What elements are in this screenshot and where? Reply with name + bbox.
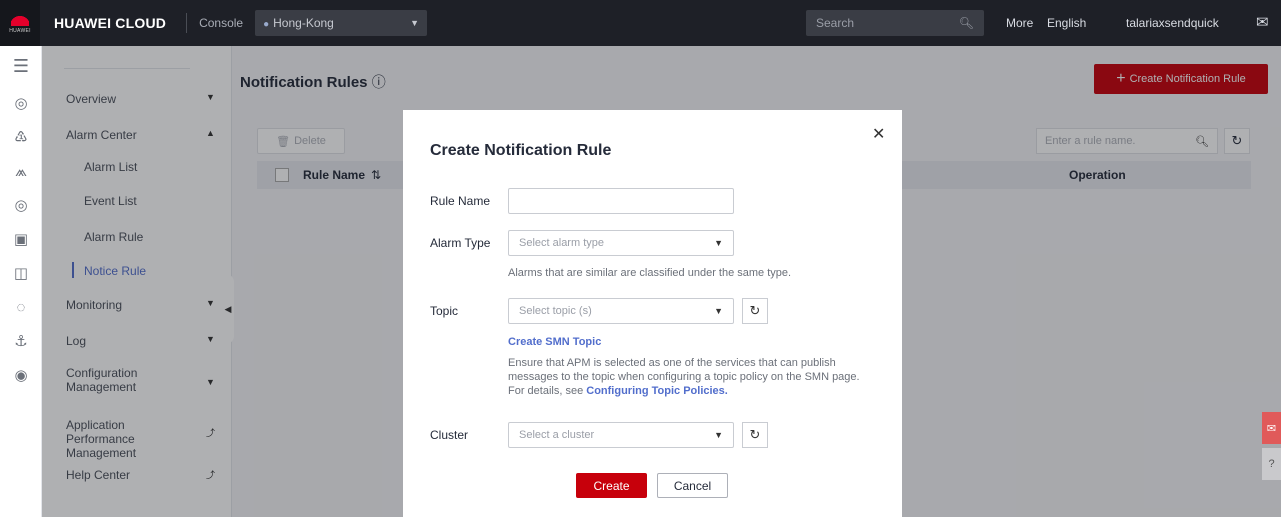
service-icon-7[interactable]: ◌	[0, 290, 42, 324]
help-icon[interactable]: ?	[1262, 448, 1281, 480]
alarm-type-hint: Alarms that are similar are classified u…	[508, 267, 792, 279]
hamburger-menu-icon[interactable]: ☰	[0, 46, 42, 86]
cancel-button[interactable]: Cancel	[657, 473, 728, 498]
language-switch[interactable]: English	[1047, 16, 1086, 30]
topic-placeholder: Select topic (s)	[519, 305, 592, 317]
region-selector[interactable]: ● Hong-Kong ▼	[255, 10, 428, 36]
user-account[interactable]: talariaxsendquick	[1126, 16, 1219, 30]
service-icon-5[interactable]: ▣	[0, 222, 42, 256]
service-icon-1[interactable]: ◎	[0, 86, 42, 120]
rule-name-input[interactable]	[508, 188, 734, 214]
alarm-type-select[interactable]: Select alarm type ▼	[508, 230, 734, 256]
console-link[interactable]: Console	[199, 16, 243, 30]
service-icon-2[interactable]: ♳	[0, 120, 42, 154]
alarm-type-placeholder: Select alarm type	[519, 237, 604, 249]
cluster-label: Cluster	[430, 428, 469, 442]
topic-hint: Ensure that APM is selected as one of th…	[508, 356, 860, 398]
chevron-down-icon: ▼	[714, 430, 723, 440]
divider	[186, 13, 188, 33]
refresh-icon: ↻	[749, 303, 761, 318]
service-icon-9[interactable]: ◉	[0, 358, 42, 392]
service-icon-4[interactable]: ◎	[0, 188, 42, 222]
message-icon[interactable]: ✉	[1256, 13, 1269, 31]
topic-label: Topic	[430, 304, 459, 318]
feedback-icon[interactable]: ✉	[1262, 412, 1281, 444]
create-button[interactable]: Create	[576, 473, 647, 498]
more-menu[interactable]: More	[1006, 16, 1033, 30]
dialog-title: Create Notification Rule	[430, 142, 612, 159]
cluster-placeholder: Select a cluster	[519, 429, 595, 441]
refresh-icon: ↻	[749, 427, 761, 442]
configuring-topic-policies-link[interactable]: Configuring Topic Policies.	[586, 385, 728, 397]
topic-hint-prefix: For details, see	[508, 385, 587, 397]
region-value: Hong-Kong	[273, 16, 334, 30]
topic-refresh-button[interactable]: ↻	[742, 298, 768, 324]
chevron-down-icon: ▼	[714, 238, 723, 248]
cluster-select[interactable]: Select a cluster ▼	[508, 422, 734, 448]
service-icon-6[interactable]: ◫	[0, 256, 42, 290]
rule-name-label: Rule Name	[430, 194, 491, 208]
search-icon[interactable]: 🔍︎	[959, 16, 974, 30]
create-smn-topic-link[interactable]: Create SMN Topic	[508, 335, 601, 349]
brand-name[interactable]: HUAWEI CLOUD	[54, 15, 166, 31]
close-icon[interactable]: ✕	[872, 124, 885, 144]
location-pin-icon: ●	[263, 19, 270, 30]
huawei-logo[interactable]: HUAWEI	[0, 0, 40, 46]
service-icon-rail: ☰ ◎ ♳ ⩕ ◎ ▣ ◫ ◌ ⚓ ◉	[0, 46, 42, 517]
logo-text: HUAWEI	[9, 28, 31, 34]
topic-hint-line-1: Ensure that APM is selected as one of th…	[508, 357, 836, 369]
logo-icon	[11, 12, 29, 26]
search-placeholder: Search	[816, 16, 855, 30]
create-notification-rule-dialog: Create Notification Rule ✕ Rule Name Ala…	[403, 110, 902, 517]
topic-hint-line-3: For details, see Configuring Topic Polic…	[508, 384, 860, 398]
service-icon-3[interactable]: ⩕	[0, 154, 42, 188]
anchor-icon[interactable]: ⚓	[0, 324, 42, 358]
topic-select[interactable]: Select topic (s) ▼	[508, 298, 734, 324]
global-search[interactable]: Search 🔍︎	[806, 10, 984, 36]
top-bar: HUAWEI HUAWEI CLOUD Console ● Hong-Kong ▼	[0, 0, 1281, 46]
chevron-down-icon: ▼	[714, 306, 723, 316]
chevron-down-icon: ▼	[410, 18, 420, 28]
cluster-refresh-button[interactable]: ↻	[742, 422, 768, 448]
alarm-type-label: Alarm Type	[430, 236, 491, 250]
topic-hint-line-2: messages to the topic when configuring a…	[508, 371, 860, 383]
